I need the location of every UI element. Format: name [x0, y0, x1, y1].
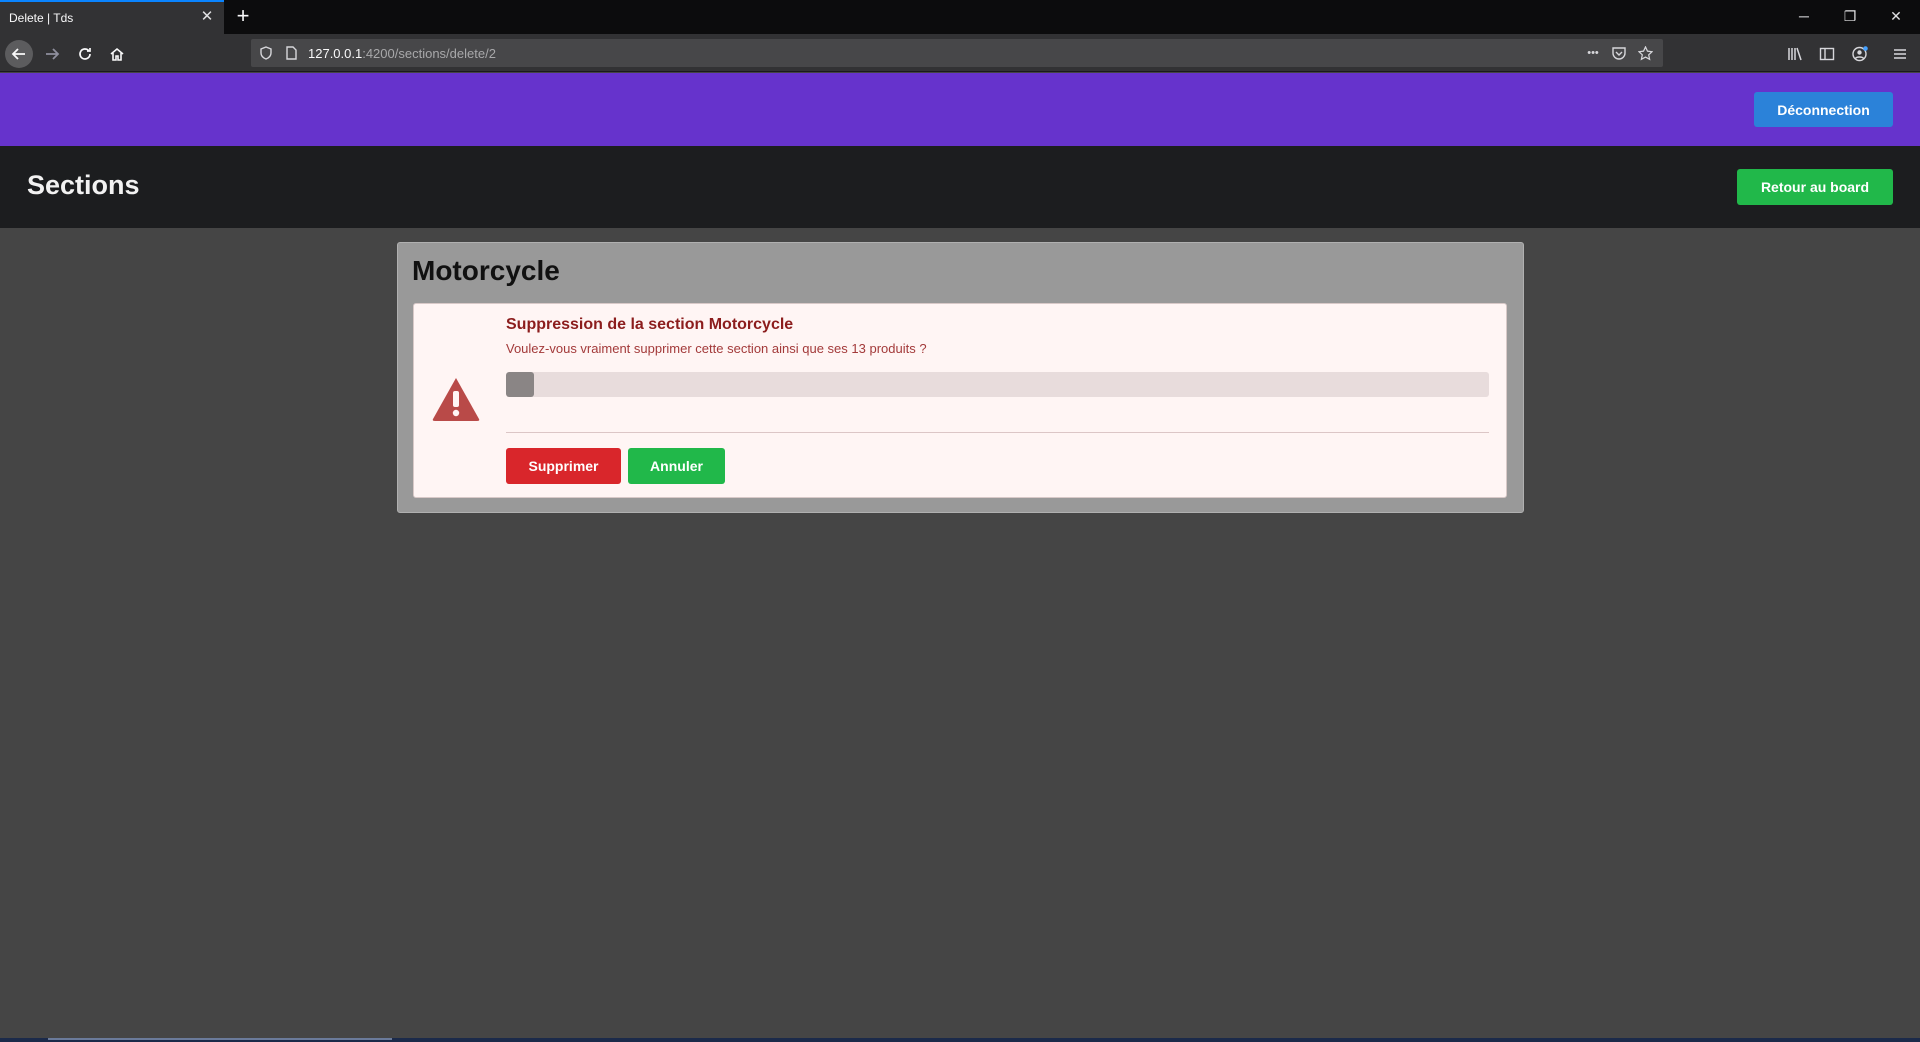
page-info-icon[interactable]: [283, 45, 299, 61]
browser-tab-strip: Delete | Tds ✕ + ─ ❐ ✕: [0, 0, 1920, 34]
arrow-right-icon: [46, 48, 60, 60]
restore-window-icon[interactable]: ❐: [1838, 4, 1862, 28]
bookmark-star-icon[interactable]: [1637, 45, 1653, 61]
close-window-icon[interactable]: ✕: [1884, 4, 1908, 28]
alert-heading: Suppression de la section Motorcycle: [506, 316, 794, 333]
home-button[interactable]: [103, 40, 131, 68]
library-icon[interactable]: [1786, 45, 1804, 63]
alert-message: Voulez-vous vraiment supprimer cette sec…: [506, 341, 927, 356]
delete-button[interactable]: Supprimer: [506, 448, 621, 484]
cancel-button[interactable]: Annuler: [628, 448, 725, 484]
minimize-window-icon[interactable]: ─: [1792, 4, 1816, 28]
sidebar-icon[interactable]: [1818, 45, 1836, 63]
url-bar[interactable]: 127.0.0.1:4200/sections/delete/2 •••: [251, 39, 1663, 67]
url-host: 127.0.0.1: [308, 46, 363, 61]
tracking-shield-icon[interactable]: [258, 45, 274, 61]
section-card: Motorcycle Suppression de la section Mot…: [397, 242, 1524, 513]
account-icon[interactable]: [1851, 45, 1869, 63]
url-path: :4200/sections/delete/2: [362, 46, 496, 61]
reload-button[interactable]: [71, 40, 99, 68]
progress-fill: [506, 372, 534, 397]
forward-button[interactable]: [38, 40, 66, 68]
tab-title: Delete | Tds: [9, 11, 74, 25]
url-text[interactable]: 127.0.0.1:4200/sections/delete/2: [308, 46, 496, 61]
taskbar-edge: [0, 1038, 1920, 1042]
countdown-progress-bar: [506, 372, 1489, 397]
page-actions-icon[interactable]: •••: [1585, 45, 1601, 61]
page-header: Sections Retour au board: [0, 146, 1920, 228]
new-tab-button[interactable]: +: [231, 4, 255, 28]
browser-tab[interactable]: Delete | Tds ✕: [0, 0, 224, 34]
page-title: Sections: [27, 170, 140, 200]
warning-icon: [432, 378, 480, 421]
reload-icon: [79, 48, 91, 60]
section-title: Motorcycle: [412, 255, 560, 286]
home-icon: [110, 47, 124, 61]
divider: [506, 432, 1489, 433]
arrow-left-icon: [11, 48, 25, 60]
logout-button[interactable]: Déconnection: [1754, 92, 1893, 127]
delete-alert: Suppression de la section Motorcycle Vou…: [413, 303, 1507, 498]
pocket-icon[interactable]: [1611, 45, 1627, 61]
browser-toolbar: 127.0.0.1:4200/sections/delete/2 •••: [0, 34, 1920, 72]
close-tab-icon[interactable]: ✕: [199, 9, 215, 25]
app-header: Déconnection: [0, 73, 1920, 146]
back-to-board-button[interactable]: Retour au board: [1737, 169, 1893, 205]
back-button[interactable]: [5, 40, 33, 68]
menu-icon[interactable]: [1891, 45, 1909, 63]
